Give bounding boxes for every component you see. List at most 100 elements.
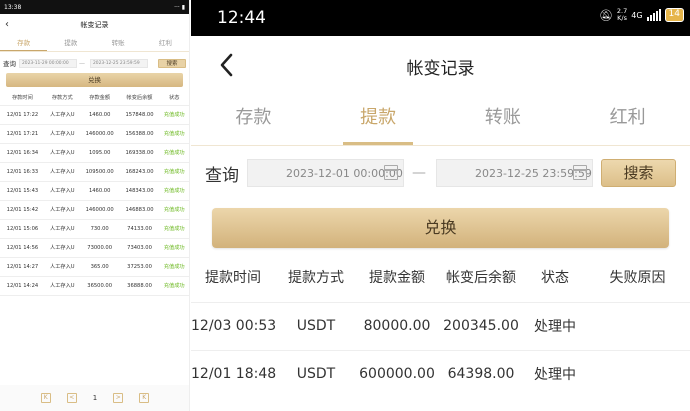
- left-cell-balance: 148343.00: [119, 181, 160, 201]
- left-cell-time: 12/01 15:43: [0, 181, 45, 201]
- left-cell-amount: 146000.00: [79, 200, 120, 220]
- left-cell-balance: 74133.00: [119, 219, 160, 239]
- left-pagination: K < 1 > K: [0, 385, 189, 411]
- status-bar: 12:44 🔕︎ 2.7 K/s 4G 14: [191, 0, 690, 36]
- left-table-row: 12/01 17:22 人工存入U 1460.00 157848.00 充值成功: [0, 105, 189, 125]
- records-table: 提款时间 提款方式 提款金额 帐变后余额 状态 失败原因 12/03 00:53…: [191, 252, 690, 398]
- left-cell-method: 人工存入U: [44, 124, 80, 144]
- left-cell-time: 12/01 15:06: [0, 219, 45, 239]
- left-end-date-input[interactable]: 2023-12-25 23:59:59: [90, 58, 148, 68]
- start-date-input[interactable]: 2023-12-01 00:00:00: [247, 159, 404, 187]
- left-col-amount: 存款金额: [79, 91, 120, 106]
- network-type: 4G: [631, 10, 643, 20]
- left-cell-balance: 157848.00: [119, 105, 160, 125]
- table-header: 提款时间 提款方式 提款金额 帐变后余额 状态 失败原因: [191, 252, 690, 302]
- left-cell-time: 12/01 14:56: [0, 238, 45, 258]
- left-page-title: 帐变记录: [80, 21, 109, 29]
- left-cell-status: 充值成功: [159, 124, 189, 144]
- cell-method: USDT: [275, 301, 357, 350]
- end-date-input[interactable]: 2023-12-25 23:59:59: [436, 159, 593, 187]
- left-cell-amount: 1460.00: [79, 181, 120, 201]
- left-cell-time: 12/01 15:42: [0, 200, 45, 220]
- mute-icon: 🔕︎: [598, 8, 613, 22]
- left-table-row: 12/01 16:34 人工存入U 1095.00 169338.00 充值成功: [0, 143, 189, 163]
- left-col-method: 存款方式: [44, 91, 80, 106]
- left-cell-time: 12/01 17:22: [0, 105, 45, 125]
- tab-transfer[interactable]: 转账: [441, 96, 566, 145]
- left-table-header: 存款时间 存款方式 存款金额 帐变后余额 状态: [0, 91, 189, 106]
- left-table-row: 12/01 15:42 人工存入U 146000.00 146883.00 充值成功: [0, 200, 189, 220]
- left-screen: 13:38 ··· ▮ ‹ 帐变记录 存款 提款 转账 红利 查询 2023-1…: [0, 0, 190, 411]
- left-next-page-button[interactable]: >: [113, 393, 124, 403]
- left-cell-balance: 156388.00: [119, 124, 160, 144]
- left-cell-amount: 365.00: [79, 257, 120, 277]
- calendar-icon[interactable]: [384, 165, 398, 180]
- left-cell-amount: 36500.00: [79, 276, 120, 296]
- left-cell-status: 充值成功: [159, 257, 189, 277]
- left-cell-status: 充值成功: [159, 162, 189, 182]
- col-withdraw-amount: 提款金额: [369, 269, 425, 286]
- tab-bonus[interactable]: 红利: [565, 96, 690, 145]
- left-first-page-button[interactable]: K: [40, 393, 51, 403]
- query-label: 查询: [205, 165, 239, 186]
- cell-method: USDT: [275, 349, 357, 398]
- left-col-balance: 帐变后余额: [119, 91, 160, 106]
- col-withdraw-method: 提款方式: [288, 269, 344, 286]
- left-last-page-button[interactable]: K: [139, 393, 150, 403]
- exchange-button[interactable]: 兑换: [212, 208, 669, 248]
- left-cell-time: 12/01 14:24: [0, 276, 45, 296]
- cell-status: 处理中: [525, 349, 585, 398]
- cell-time: 12/01 18:48: [191, 349, 276, 398]
- left-header: ‹ 帐变记录: [0, 14, 189, 36]
- date-separator: —: [412, 165, 426, 181]
- cell-status: 处理中: [525, 301, 585, 350]
- left-cell-amount: 1460.00: [79, 105, 120, 125]
- left-cell-method: 人工存入U: [44, 162, 80, 182]
- tab-deposit[interactable]: 存款: [191, 96, 316, 145]
- status-icons: 🔕︎ 2.7 K/s 4G 14: [599, 8, 684, 22]
- left-start-date-input[interactable]: 2023-11-29 00:00:00: [19, 58, 77, 68]
- cell-time: 12/03 00:53: [191, 301, 276, 350]
- left-cell-status: 充值成功: [159, 200, 189, 220]
- left-cell-balance: 168243.00: [119, 162, 160, 182]
- left-status-icons: ··· ▮: [174, 3, 185, 11]
- left-cell-amount: 146000.00: [79, 124, 120, 144]
- left-col-time: 存款时间: [0, 91, 45, 106]
- left-prev-page-button[interactable]: <: [66, 393, 77, 403]
- search-button[interactable]: 搜索: [601, 159, 676, 187]
- col-fail-reason: 失败原因: [609, 269, 666, 286]
- left-cell-method: 人工存入U: [44, 238, 80, 258]
- left-cell-method: 人工存入U: [44, 105, 80, 125]
- left-cell-balance: 73403.00: [119, 238, 160, 258]
- right-screen: 12:44 🔕︎ 2.7 K/s 4G 14 帐变记录 存款 提款 转账 红利 …: [191, 0, 690, 411]
- left-tab-deposit[interactable]: 存款: [0, 36, 48, 51]
- left-col-status: 状态: [159, 91, 189, 106]
- left-tab-bonus[interactable]: 红利: [142, 36, 189, 51]
- header: 帐变记录: [191, 36, 690, 96]
- left-cell-balance: 36888.00: [119, 276, 160, 296]
- calendar-icon[interactable]: [573, 165, 587, 180]
- left-table-row: 12/01 16:33 人工存入U 109500.00 168243.00 充值成功: [0, 162, 189, 182]
- left-cell-method: 人工存入U: [44, 257, 80, 277]
- left-tab-withdraw[interactable]: 提款: [47, 36, 94, 51]
- left-cell-time: 12/01 17:21: [0, 124, 45, 144]
- left-cell-status: 充值成功: [159, 143, 189, 163]
- cell-balance: 200345.00: [437, 301, 525, 350]
- left-date-separator: —: [79, 59, 85, 67]
- left-exchange-button[interactable]: 兑换: [6, 73, 183, 87]
- left-back-icon[interactable]: ‹: [5, 19, 9, 30]
- left-cell-method: 人工存入U: [44, 219, 80, 239]
- left-cell-method: 人工存入U: [44, 276, 80, 296]
- tab-withdraw[interactable]: 提款: [316, 96, 441, 145]
- cell-fail-reason: [585, 349, 690, 398]
- cell-amount: 80000.00: [357, 301, 437, 350]
- battery-icon: 14: [664, 8, 684, 22]
- left-cell-status: 充值成功: [159, 238, 189, 258]
- cell-balance: 64398.00: [437, 349, 525, 398]
- left-tabs: 存款 提款 转账 红利: [0, 36, 189, 52]
- left-cell-status: 充值成功: [159, 219, 189, 239]
- left-search-button[interactable]: 搜索: [158, 58, 186, 68]
- col-status: 状态: [541, 269, 569, 286]
- left-tab-transfer[interactable]: 转账: [95, 36, 142, 51]
- back-arrow-icon[interactable]: [217, 50, 239, 80]
